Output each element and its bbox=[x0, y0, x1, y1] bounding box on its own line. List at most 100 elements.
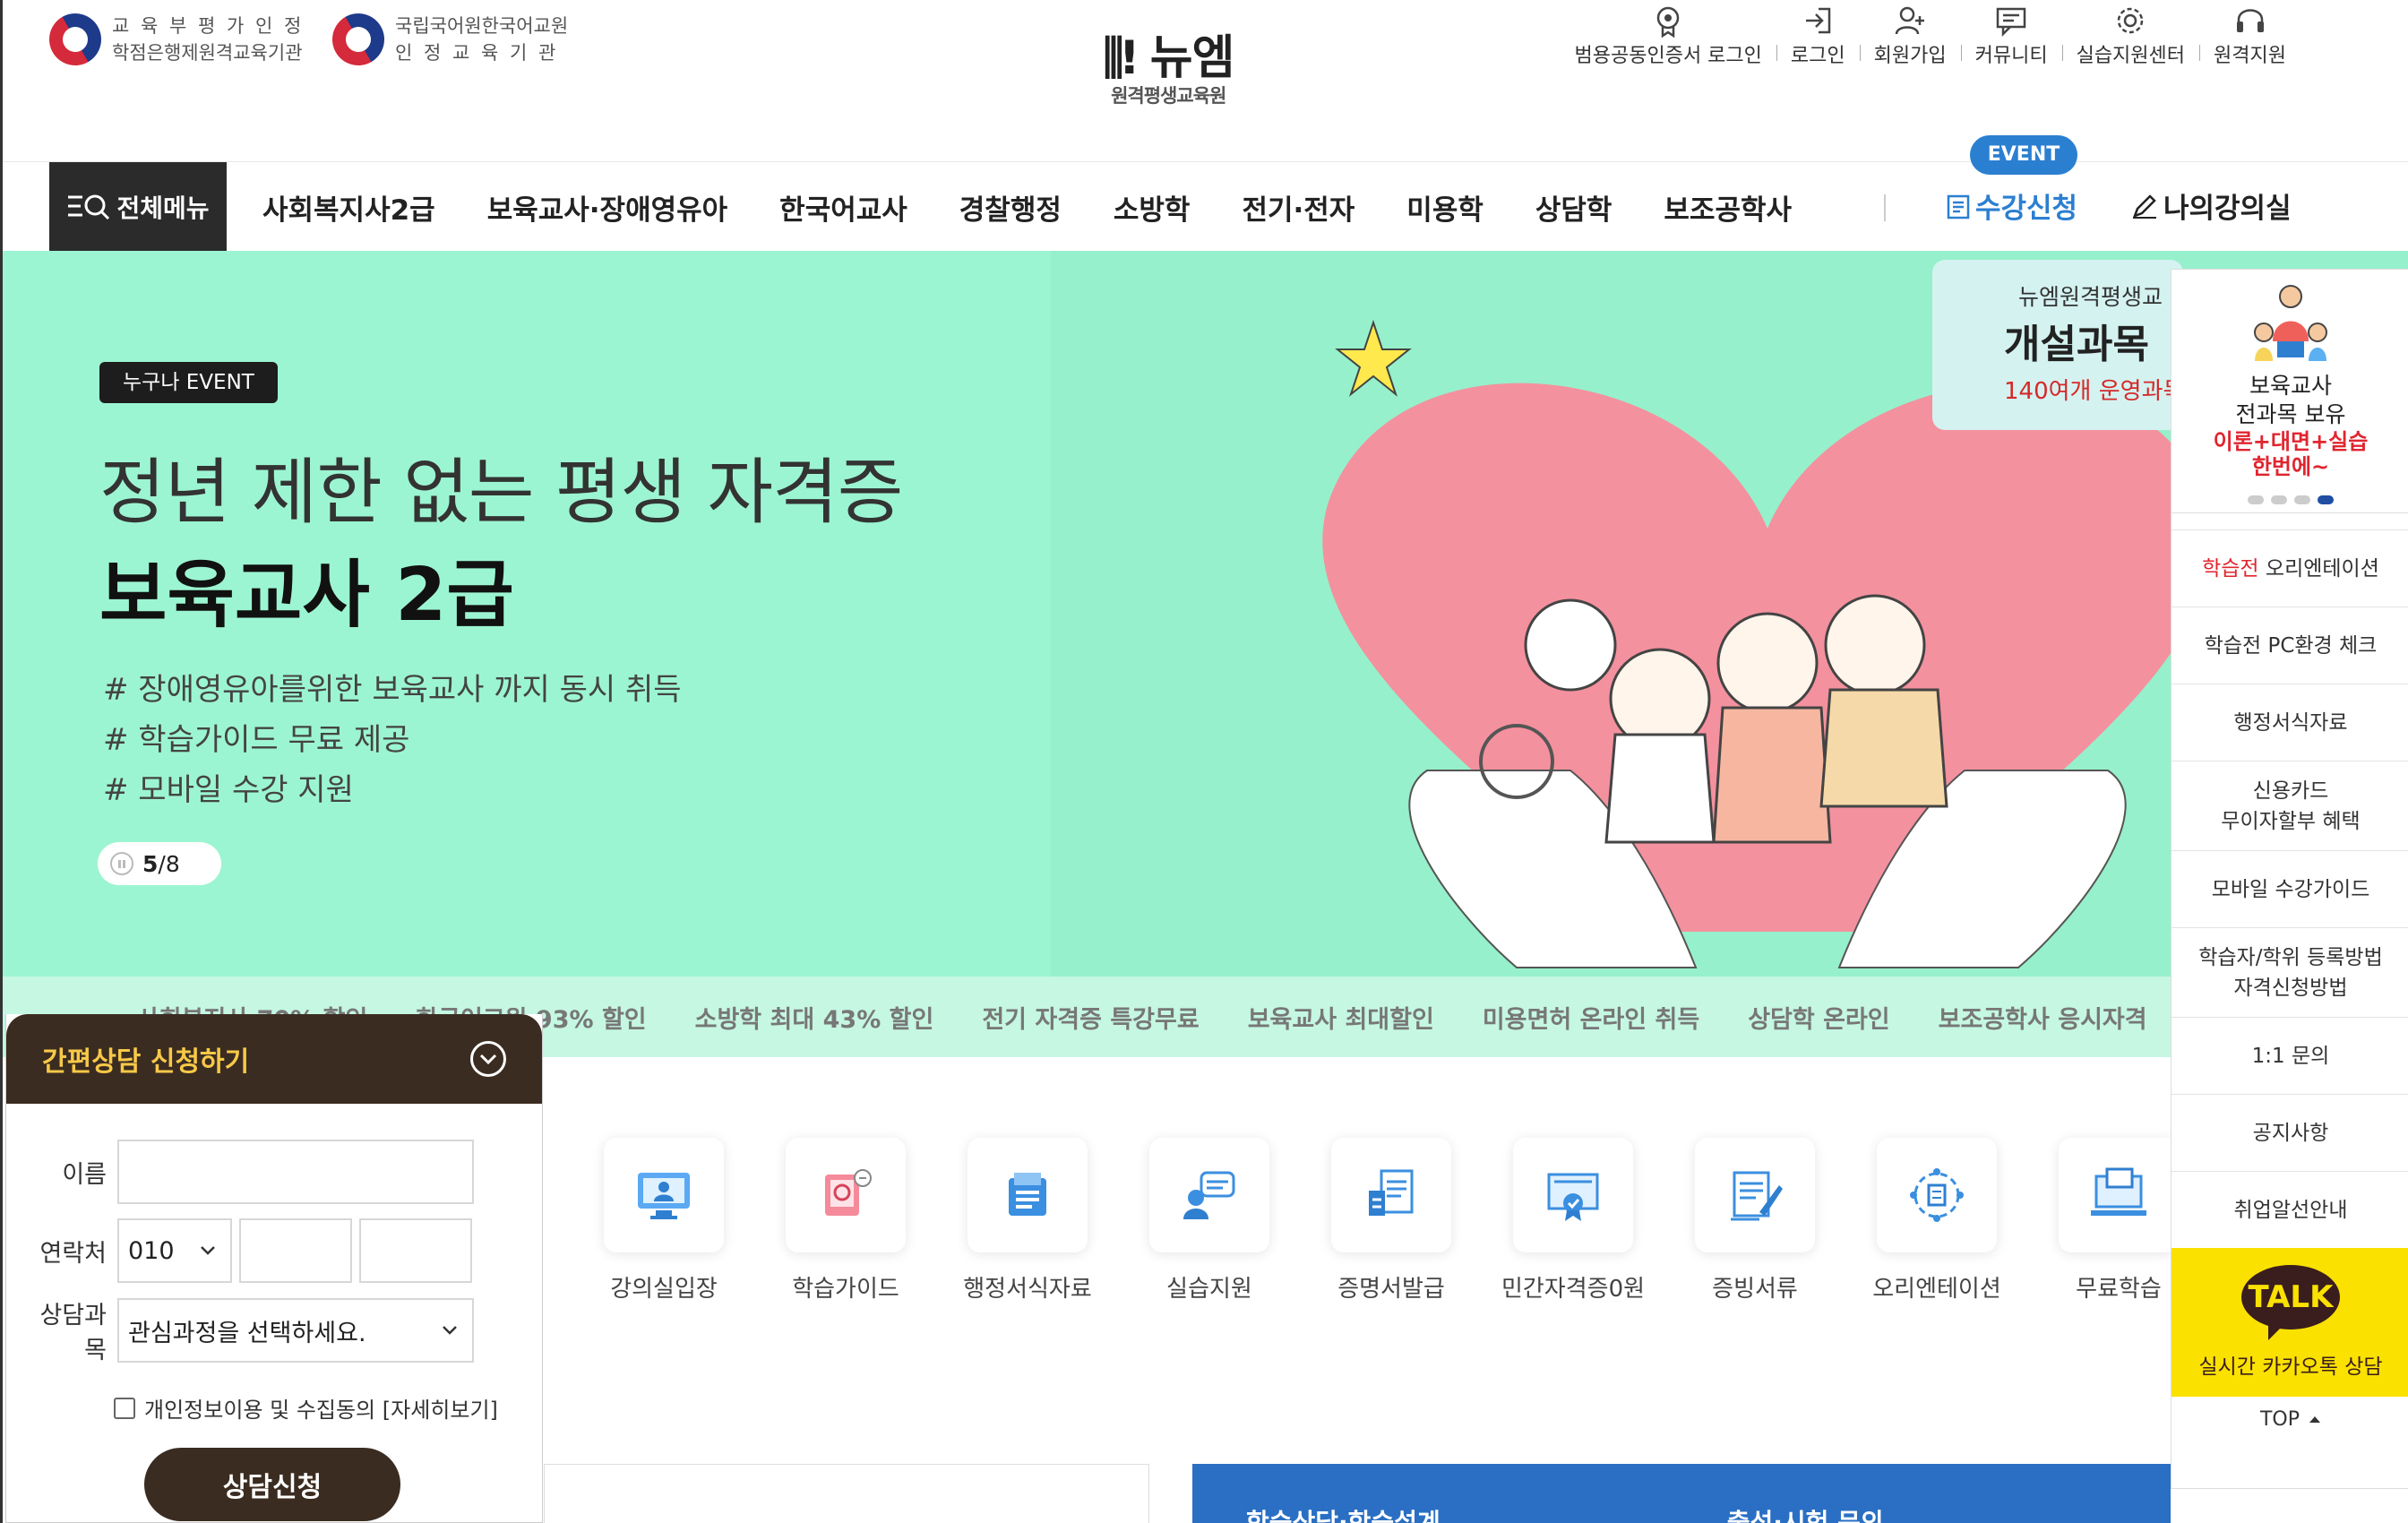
free-learning-icon bbox=[2091, 1167, 2146, 1216]
nav-social-welfare[interactable]: 사회복지사2급 bbox=[262, 187, 435, 228]
icon-proof-documents[interactable]: 증빙서류 bbox=[1694, 1138, 1816, 1304]
name-input[interactable] bbox=[117, 1140, 474, 1204]
quick-admin-forms[interactable]: 행정서식자료 bbox=[2172, 684, 2408, 761]
nav-police-admin[interactable]: 경찰행정 bbox=[959, 187, 1062, 228]
quick-banner-line1: 보육교사 bbox=[2249, 373, 2332, 399]
nav-korean-teacher[interactable]: 한국어교사 bbox=[779, 187, 907, 228]
teacher-children-illustration bbox=[2254, 285, 2327, 361]
nav-childcare[interactable]: 보육교사·장애영유아 bbox=[487, 187, 727, 228]
util-label: 실습지원센터 bbox=[2076, 45, 2186, 67]
util-remote-support[interactable]: 원격지원 bbox=[2199, 0, 2300, 68]
phone-last-input[interactable] bbox=[359, 1218, 472, 1283]
certificate-issue-icon bbox=[1369, 1169, 1414, 1216]
quick-notice[interactable]: 공지사항 bbox=[2172, 1094, 2408, 1171]
promo-item[interactable]: 상담학 온라인 bbox=[1748, 1000, 1889, 1035]
quick-mobile-guide[interactable]: 모바일 수강가이드 bbox=[2172, 850, 2408, 927]
util-signup[interactable]: 회원가입 bbox=[1859, 0, 1961, 68]
util-practice-center[interactable]: 실습지원센터 bbox=[2061, 0, 2199, 68]
dot[interactable] bbox=[2248, 495, 2264, 504]
taegeuk-emblem-icon bbox=[39, 4, 111, 75]
consult-submit-button[interactable]: 상담신청 bbox=[144, 1448, 400, 1521]
icon-free-license[interactable]: 민간자격증0원 bbox=[1501, 1138, 1645, 1304]
chat-icon bbox=[1996, 7, 2026, 38]
quick-item-label: 신용카드 bbox=[2252, 779, 2329, 803]
icon-admin-forms[interactable]: 행정서식자료 bbox=[963, 1138, 1092, 1304]
icon-certificate-issue[interactable]: 증명서발급 bbox=[1330, 1138, 1452, 1304]
phone-prefix-select[interactable]: 010 bbox=[117, 1218, 232, 1283]
apply-button[interactable]: 수강신청 bbox=[1947, 185, 2077, 226]
box-label-left: 학습상담·학습설계 bbox=[1246, 1508, 1440, 1523]
util-label: 회원가입 bbox=[1873, 45, 1947, 67]
util-community[interactable]: 커뮤니티 bbox=[1960, 0, 2062, 68]
consult-header[interactable]: 간편상담 신청하기 bbox=[6, 1014, 542, 1104]
cert-badge-2: 국립국어원한국어교원 인 정 교 육 기 관 bbox=[322, 4, 569, 75]
cert2-line1: 국립국어원한국어교원 bbox=[395, 15, 569, 37]
all-menu-button[interactable]: 전체메뉴 bbox=[49, 162, 227, 252]
quick-card-installment[interactable]: 신용카드 무이자할부 혜택 bbox=[2172, 761, 2408, 850]
quick-item-label: 학습자/학위 등록방법 bbox=[2198, 945, 2383, 969]
icon-label: 무료학습 bbox=[2076, 1276, 2162, 1303]
nav-counseling[interactable]: 상담학 bbox=[1535, 187, 1612, 228]
quick-job-placement[interactable]: 취업알선안내 bbox=[2172, 1171, 2408, 1248]
orientation-icon bbox=[1910, 1168, 1964, 1222]
icon-label: 학습가이드 bbox=[792, 1276, 899, 1303]
quick-item-red: 학습전 bbox=[2202, 556, 2259, 581]
promo-item[interactable]: 소방학 최대 43% 할인 bbox=[695, 1000, 934, 1035]
promo-item[interactable]: 보육교사 최대할인 bbox=[1248, 1000, 1434, 1035]
nav-beauty[interactable]: 미용학 bbox=[1406, 187, 1484, 228]
dot-active[interactable] bbox=[2318, 495, 2334, 504]
phone-middle-input[interactable] bbox=[239, 1218, 352, 1283]
course-card-count: 140여개 운영과목 bbox=[2004, 378, 2183, 405]
icon-study-guide[interactable]: 학습가이드 bbox=[785, 1138, 907, 1304]
icon-practice-support[interactable]: 실습지원 bbox=[1148, 1138, 1270, 1304]
login-icon bbox=[1806, 7, 1831, 34]
quick-registration[interactable]: 학습자/학위 등록방법자격신청방법 bbox=[2172, 927, 2408, 1017]
util-cert-login[interactable]: 범용공동인증서 로그인 bbox=[1561, 0, 1776, 68]
clipboard-icon bbox=[1947, 194, 1970, 219]
quick-item-label: 자격신청방법 bbox=[2233, 976, 2348, 1000]
promo-item[interactable]: 미용면허 온라인 취득 bbox=[1483, 1000, 1699, 1035]
kakao-talk-button[interactable]: TALK 실시간 카카오톡 상담 bbox=[2172, 1248, 2408, 1397]
pause-icon[interactable] bbox=[110, 852, 133, 875]
icon-orientation[interactable]: 오리엔테이션 bbox=[1872, 1138, 2001, 1304]
quick-orientation[interactable]: 학습전 오리엔테이션 bbox=[2172, 529, 2408, 607]
quick-banner[interactable]: 보육교사 전과목 보유 이론+대면+실습 한번에~ bbox=[2172, 270, 2408, 513]
privacy-checkbox[interactable] bbox=[114, 1397, 135, 1419]
box-label-right: 출석·시험 문의 bbox=[1726, 1508, 1884, 1523]
hero-bullets: # 장애영유아를위한 보육교사 까지 동시 취득 # 학습가이드 무료 제공 #… bbox=[103, 665, 682, 815]
chevron-down-icon[interactable] bbox=[470, 1041, 506, 1077]
quick-banner-line4: 한번에~ bbox=[2251, 454, 2330, 479]
hero-bullet: # 학습가이드 무료 제공 bbox=[103, 722, 410, 758]
top-button[interactable]: TOP bbox=[2172, 1397, 2408, 1441]
quick-inquiry[interactable]: 1:1 문의 bbox=[2172, 1017, 2408, 1094]
promo-item[interactable]: 보조공학사 응시자격 bbox=[1939, 1000, 2147, 1035]
chevron-down-icon bbox=[443, 1326, 457, 1335]
icon-label: 강의실입장 bbox=[610, 1276, 718, 1303]
phone-prefix-value: 010 bbox=[128, 1236, 175, 1265]
nav-fire-science[interactable]: 소방학 bbox=[1114, 187, 1191, 228]
course-label: 상담과목 bbox=[39, 1302, 107, 1364]
kakao-talk-icon: TALK bbox=[2241, 1265, 2340, 1340]
util-login[interactable]: 로그인 bbox=[1776, 0, 1860, 68]
logo-sub: 원격평생교육원 bbox=[1111, 85, 1226, 107]
site-logo[interactable]: ⫼! 뉴엠 원격평생교육원 bbox=[1103, 20, 1234, 108]
cert-badge-1: 교 육 부 평 가 인 정 학점은행제원격교육기관 bbox=[39, 4, 304, 75]
my-classroom-button[interactable]: 나의강의실 bbox=[2131, 185, 2292, 226]
nav-electric[interactable]: 전기·전자 bbox=[1242, 187, 1354, 228]
page: { "header":{ "cert1":["교 육 부 평 가 인 정","학… bbox=[0, 0, 2408, 1523]
icon-classroom[interactable]: 강의실입장 bbox=[603, 1138, 725, 1304]
promo-item[interactable]: 전기 자격증 특강무료 bbox=[982, 1000, 1199, 1035]
icon-free-learning[interactable]: 무료학습 bbox=[2058, 1138, 2180, 1304]
document-edit-icon bbox=[1731, 1171, 1783, 1221]
dot[interactable] bbox=[2271, 495, 2287, 504]
quick-pc-check[interactable]: 학습전 PC환경 체크 bbox=[2172, 607, 2408, 684]
nav-assistive-tech[interactable]: 보조공학사 bbox=[1664, 187, 1792, 228]
course-card-title: 개설과목 bbox=[2004, 322, 2149, 367]
course-select[interactable]: 관심과정을 선택하세요. bbox=[117, 1298, 474, 1363]
privacy-row: 개인정보이용 및 수집동의 [자세히보기] bbox=[114, 1392, 498, 1424]
dot[interactable] bbox=[2294, 495, 2310, 504]
privacy-label[interactable]: 개인정보이용 및 수집동의 [자세히보기] bbox=[144, 1392, 498, 1424]
event-badge: EVENT bbox=[1970, 135, 2077, 175]
course-count-card[interactable]: 뉴엠원격평생교 개설과목 140여개 운영과목 bbox=[1932, 260, 2183, 430]
bottom-box-blue[interactable]: 학습상담·학습설계 출석·시험 문의 bbox=[1192, 1464, 2171, 1523]
